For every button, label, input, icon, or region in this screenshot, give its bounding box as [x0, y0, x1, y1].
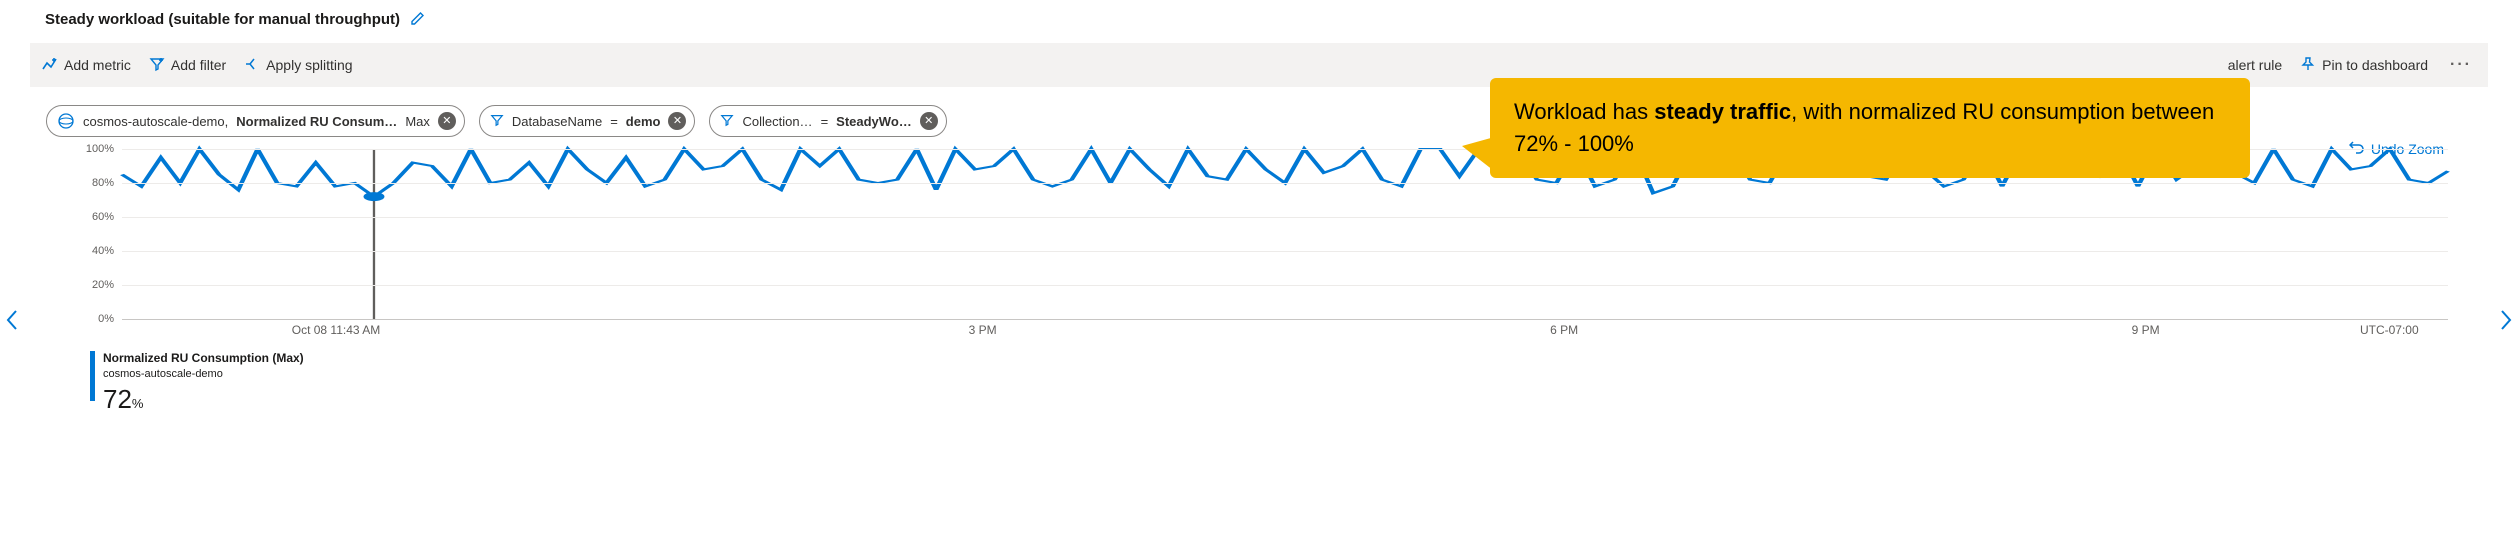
timezone-label: UTC-07:00 — [2360, 323, 2419, 337]
pill-metric-name: Normalized RU Consum… — [236, 114, 397, 129]
legend-value: 72 — [103, 384, 132, 414]
pill-coll-key: Collection… — [742, 114, 812, 129]
x-tick-6pm: 6 PM — [1550, 323, 1578, 337]
add-metric-label: Add metric — [64, 57, 131, 73]
apply-splitting-button[interactable]: Apply splitting — [244, 56, 352, 75]
legend-subtitle: cosmos-autoscale-demo — [103, 367, 304, 381]
pin-to-dashboard-button[interactable]: Pin to dashboard — [2300, 56, 2428, 75]
page-title: Steady workload (suitable for manual thr… — [45, 11, 400, 28]
filter-pill-database[interactable]: DatabaseName = demo ✕ — [479, 105, 696, 137]
remove-coll-filter-icon[interactable]: ✕ — [920, 112, 938, 130]
pin-label: Pin to dashboard — [2322, 57, 2428, 73]
legend-color-swatch — [90, 351, 95, 401]
next-chart-arrow[interactable] — [2496, 305, 2516, 335]
legend-title: Normalized RU Consumption (Max) — [103, 351, 304, 367]
y-tick-40: 40% — [92, 245, 114, 257]
y-tick-60: 60% — [92, 211, 114, 223]
x-tick-start: Oct 08 11:43 AM — [292, 323, 381, 337]
y-tick-80: 80% — [92, 177, 114, 189]
more-actions-button[interactable]: ··· — [2446, 56, 2476, 74]
add-filter-label: Add filter — [171, 57, 226, 73]
pill-coll-val: SteadyWo… — [836, 114, 912, 129]
annotation-callout: Workload has steady traffic, with normal… — [1490, 78, 2250, 178]
y-tick-100: 100% — [86, 143, 114, 155]
apply-splitting-label: Apply splitting — [266, 57, 352, 73]
add-filter-button[interactable]: Add filter — [149, 56, 226, 75]
y-tick-0: 0% — [98, 313, 114, 325]
chart-legend[interactable]: Normalized RU Consumption (Max) cosmos-a… — [90, 351, 2488, 417]
filter-icon — [720, 113, 734, 130]
filter-icon — [490, 113, 504, 130]
new-alert-rule-button[interactable]: alert rule — [2228, 57, 2282, 73]
filter-pill-collection[interactable]: Collection… = SteadyWo… ✕ — [709, 105, 946, 137]
x-tick-3pm: 3 PM — [969, 323, 997, 337]
y-tick-20: 20% — [92, 279, 114, 291]
remove-metric-pill-icon[interactable]: ✕ — [438, 112, 456, 130]
legend-unit: % — [132, 396, 144, 411]
pill-aggregation: Max — [405, 114, 430, 129]
pill-resource-name: cosmos-autoscale-demo, — [83, 114, 228, 129]
pill-db-val: demo — [626, 114, 661, 129]
cosmos-db-icon — [57, 112, 75, 130]
edit-title-icon[interactable] — [410, 10, 426, 29]
metric-pill[interactable]: cosmos-autoscale-demo, Normalized RU Con… — [46, 105, 465, 137]
pill-db-key: DatabaseName — [512, 114, 602, 129]
pin-icon — [2300, 56, 2316, 75]
add-metric-button[interactable]: Add metric — [42, 56, 131, 75]
prev-chart-arrow[interactable] — [2, 305, 22, 335]
x-tick-9pm: 9 PM — [2132, 323, 2160, 337]
add-filter-icon — [149, 56, 165, 75]
alert-rule-label: alert rule — [2228, 57, 2282, 73]
apply-splitting-icon — [244, 56, 260, 75]
remove-db-filter-icon[interactable]: ✕ — [668, 112, 686, 130]
add-metric-icon — [42, 56, 58, 75]
